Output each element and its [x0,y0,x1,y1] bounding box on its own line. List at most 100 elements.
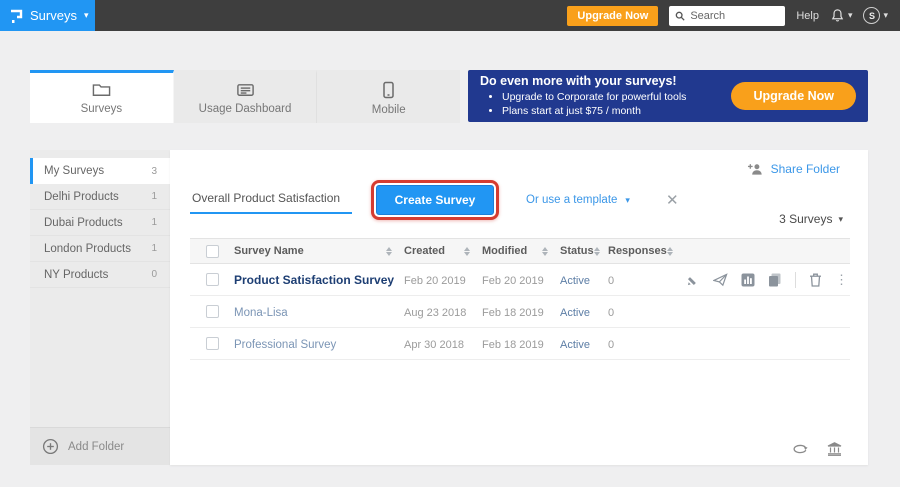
sidebar-item-my-surveys[interactable]: My Surveys 3 [30,158,170,184]
responses-count: 0 [608,307,614,319]
use-template-link[interactable]: Or use a template ▾ [526,194,630,206]
column-label: Responses [608,245,667,257]
chevron-down-icon: ▾ [84,11,89,20]
column-header-survey-name[interactable]: Survey Name [234,245,404,257]
logo-icon [9,8,23,24]
sort-icon [542,247,548,256]
created-date: Aug 23 2018 [404,307,466,319]
search-input[interactable] [690,10,779,22]
chevron-down-icon: ▾ [838,215,843,224]
folders-sidebar: My Surveys 3 Delhi Products 1 Dubai Prod… [30,150,170,465]
created-date: Feb 20 2019 [404,275,466,287]
dashboard-icon [236,82,255,98]
search-icon [675,11,685,21]
promo-bullet: Plans start at just $75 / month [502,104,686,118]
row-checkbox[interactable] [206,337,219,350]
folder-count: 1 [151,243,157,254]
surveys-panel: Share Folder Create Survey Or use a temp… [170,150,868,465]
modified-date: Feb 20 2019 [482,275,544,287]
folder-label: Delhi Products [44,191,119,203]
account-menu[interactable]: S ▾ [863,7,888,24]
created-date: Apr 30 2018 [404,339,464,351]
chevron-down-icon: ▾ [848,11,853,20]
promo-upgrade-button[interactable]: Upgrade Now [731,82,856,110]
add-folder-label: Add Folder [68,441,124,453]
column-header-status[interactable]: Status [560,245,608,257]
chevron-down-icon: ▾ [883,11,888,20]
survey-title-input[interactable] [190,186,352,214]
surveys-table: Survey Name Created Modified Status Resp… [190,238,850,360]
create-survey-button[interactable]: Create Survey [376,185,494,215]
help-link[interactable]: Help [796,10,819,22]
folder-label: London Products [44,243,131,255]
more-kebab-icon[interactable]: ⋮ [835,272,848,288]
close-icon[interactable]: ✕ [666,193,679,208]
column-label: Status [560,245,594,257]
tab-mobile[interactable]: Mobile [317,70,460,123]
status-badge[interactable]: Active [560,307,590,319]
divider [795,272,796,288]
app-menu-label: Surveys [30,8,77,23]
share-person-icon [747,162,764,176]
tab-usage-dashboard[interactable]: Usage Dashboard [174,70,318,123]
status-badge[interactable]: Active [560,275,590,287]
tab-label: Usage Dashboard [199,103,292,115]
avatar: S [863,7,880,24]
folder-count: 1 [151,191,157,202]
tab-surveys[interactable]: Surveys [30,70,174,123]
delete-trash-icon[interactable] [809,273,822,287]
send-plane-icon[interactable] [713,273,728,287]
sidebar-item-delhi-products[interactable]: Delhi Products 1 [30,184,170,210]
status-badge[interactable]: Active [560,339,590,351]
column-label: Created [404,245,445,257]
column-label: Survey Name [234,245,304,257]
chevron-down-icon: ▾ [625,196,630,205]
modified-date: Feb 18 2019 [482,307,544,319]
use-template-label: Or use a template [526,194,617,206]
survey-name-link[interactable]: Mona-Lisa [234,307,288,319]
app-menu[interactable]: Surveys ▾ [0,0,95,31]
row-checkbox[interactable] [206,273,219,286]
modified-date: Feb 18 2019 [482,339,544,351]
mobile-icon [382,81,395,99]
responses-count: 0 [608,339,614,351]
sidebar-item-dubai-products[interactable]: Dubai Products 1 [30,210,170,236]
sidebar-item-ny-products[interactable]: NY Products 0 [30,262,170,288]
column-header-created[interactable]: Created [404,245,482,257]
surveys-count-dropdown[interactable]: 3 Surveys ▾ [779,212,843,226]
table-row: Product Satisfaction Survey Feb 20 2019 … [190,264,850,296]
row-checkbox[interactable] [206,305,219,318]
search-box[interactable] [669,6,785,26]
responses-count: 0 [608,275,614,287]
surveys-count-label: 3 Surveys [779,212,832,226]
upgrade-now-button[interactable]: Upgrade Now [567,6,658,26]
column-header-modified[interactable]: Modified [482,245,560,257]
sort-icon [594,247,600,256]
archive-bank-icon[interactable] [827,442,842,456]
share-folder-label: Share Folder [771,162,840,176]
edit-pencil-icon[interactable] [687,273,700,286]
tab-label: Mobile [372,104,406,116]
folder-count: 1 [151,217,157,228]
folder-label: My Surveys [44,165,104,177]
sidebar-item-london-products[interactable]: London Products 1 [30,236,170,262]
annotation-highlight: Create Survey [371,180,499,220]
restore-icon[interactable] [793,443,809,456]
sort-icon [464,247,470,256]
column-header-responses[interactable]: Responses [608,245,670,257]
copy-icon[interactable] [768,273,782,287]
survey-name-link[interactable]: Product Satisfaction Survey [234,273,394,287]
sort-icon [667,247,673,256]
select-all-checkbox[interactable] [206,245,219,258]
sort-icon [386,247,392,256]
add-folder-button[interactable]: Add Folder [30,427,170,465]
survey-name-link[interactable]: Professional Survey [234,339,336,351]
report-chart-icon[interactable] [741,273,755,287]
top-bar: Surveys ▾ Upgrade Now Help ▾ S ▾ [0,0,900,31]
folder-label: Dubai Products [44,217,123,229]
table-row: Mona-Lisa Aug 23 2018 Feb 18 2019 Active… [190,296,850,328]
notifications-menu[interactable]: ▾ [830,8,853,23]
share-folder-button[interactable]: Share Folder [747,162,840,176]
column-label: Modified [482,245,527,257]
folder-label: NY Products [44,269,108,281]
